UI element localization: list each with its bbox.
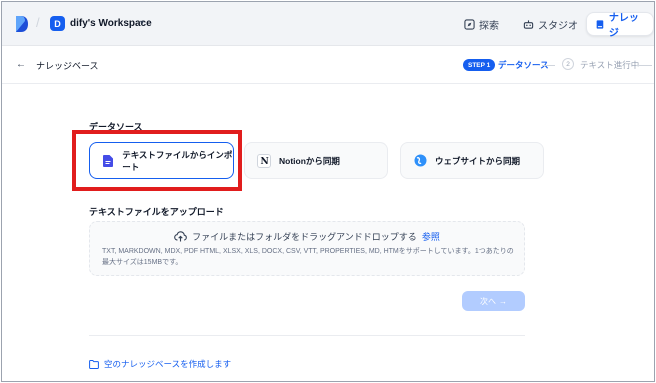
step-connector (542, 65, 555, 66)
nav-explore-label: 探索 (479, 20, 499, 32)
back-arrow-icon[interactable]: ← (16, 59, 26, 70)
dropzone-text: ファイルまたはフォルダをドラッグアンドドロップする (192, 232, 417, 242)
chevron-down-icon[interactable]: ▾ (140, 18, 144, 27)
step2-number: 2 (562, 58, 574, 70)
folder-icon (89, 359, 99, 369)
breadcrumb-separator: / (36, 15, 40, 30)
annotation-highlight-box (72, 130, 242, 191)
divider (89, 335, 525, 336)
dify-logo-icon[interactable] (16, 16, 28, 32)
book-icon (596, 19, 604, 29)
workspace-avatar[interactable]: D (50, 16, 65, 31)
nav-studio-label: スタジオ (538, 20, 578, 32)
dropzone-main: ファイルまたはフォルダをドラッグアンドドロップする 参照 (90, 230, 524, 243)
step-connector (636, 65, 652, 66)
supported-formats-hint: TXT, MARKDOWN, MDX, PDF HTML, XLSX, XLS,… (102, 248, 514, 266)
nav-knowledge[interactable]: ナレッジ (586, 12, 654, 39)
source-option-notion[interactable]: N Notionから同期 (244, 142, 388, 179)
next-button[interactable]: 次へ → (462, 291, 525, 311)
svg-text:N: N (260, 157, 268, 165)
file-dropzone[interactable]: ファイルまたはフォルダをドラッグアンドドロップする 参照 TXT, MARKDO… (89, 221, 525, 276)
sub-header: ← ナレッジベース STEP 1 データソース 2 テキスト進行中 (2, 46, 654, 84)
create-empty-link-label: 空のナレッジベースを作成します (104, 359, 232, 369)
create-empty-knowledge-link[interactable]: 空のナレッジベースを作成します (89, 358, 231, 370)
app-frame: / D dify's Workspace ▾ 探索 スタジオ ナレッジ ← ナレ… (1, 1, 655, 382)
top-bar: / D dify's Workspace ▾ 探索 スタジオ ナレッジ (2, 2, 654, 46)
next-button-label: 次へ (480, 296, 496, 306)
compass-icon (464, 18, 475, 30)
source-option-label: Notionから同期 (279, 155, 340, 166)
source-option-label: ウェブサイトから同期 (435, 155, 521, 166)
step1-label: データソース (498, 60, 549, 70)
browse-link[interactable]: 参照 (422, 230, 440, 243)
page-title: ナレッジベース (36, 61, 99, 71)
arrow-right-icon: → (499, 296, 507, 306)
source-option-website[interactable]: ウェブサイトから同期 (400, 142, 544, 179)
cloud-upload-icon (174, 231, 188, 242)
notion-icon: N (257, 153, 271, 168)
step2-label: テキスト進行中 (580, 60, 640, 70)
globe-icon (413, 154, 427, 168)
step1-badge: STEP 1 (463, 59, 496, 71)
nav-studio[interactable]: スタジオ (515, 12, 586, 36)
robot-icon (523, 19, 534, 29)
nav-knowledge-label: ナレッジ (608, 13, 639, 39)
upload-title: テキストファイルをアップロード (89, 207, 224, 217)
nav-explore[interactable]: 探索 (456, 12, 507, 36)
